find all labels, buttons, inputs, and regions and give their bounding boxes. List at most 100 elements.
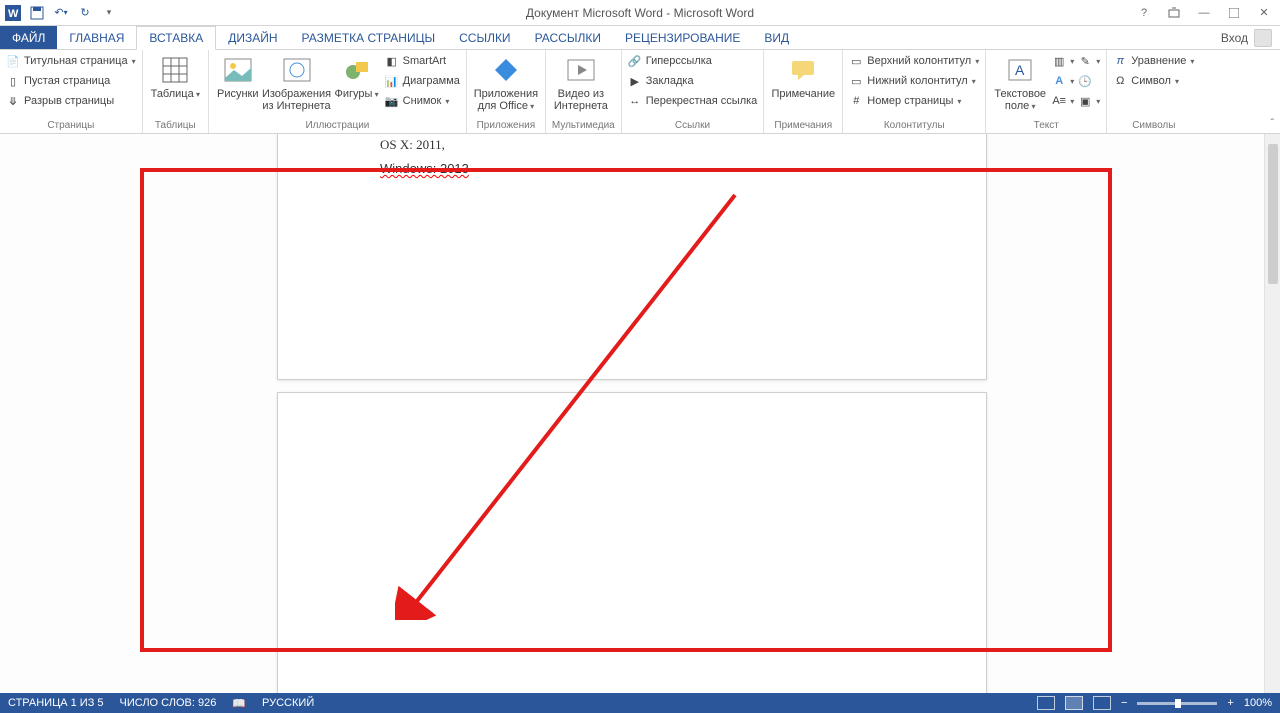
hyperlink-icon: 🔗 <box>628 54 642 68</box>
pictures-button[interactable]: Рисунки <box>215 52 261 100</box>
view-read-icon[interactable] <box>1037 696 1055 710</box>
tab-insert[interactable]: ВСТАВКА <box>136 26 216 50</box>
group-pages: 📄Титульная страница ▯Пустая страница ⤋Ра… <box>0 50 143 133</box>
user-avatar-icon[interactable] <box>1254 29 1272 47</box>
object-button[interactable]: ▣ <box>1078 92 1100 110</box>
ribbon: 📄Титульная страница ▯Пустая страница ⤋Ра… <box>0 50 1280 134</box>
pictures-icon <box>222 54 254 86</box>
tab-home[interactable]: ГЛАВНАЯ <box>57 26 136 49</box>
qat-customize-icon[interactable]: ▾ <box>100 4 118 22</box>
group-symbols-label: Символы <box>1113 118 1194 133</box>
ribbon-display-icon[interactable] <box>1164 3 1184 23</box>
group-illustrations: Рисунки Изображения из Интернета Фигуры … <box>209 50 467 133</box>
textbox-button[interactable]: A Текстовое поле <box>992 52 1048 113</box>
view-web-icon[interactable] <box>1093 696 1111 710</box>
group-media-label: Мультимедиа <box>552 118 615 133</box>
bookmark-button[interactable]: ▶Закладка <box>628 72 758 90</box>
header-icon: ▭ <box>849 54 863 68</box>
smartart-button[interactable]: ◧SmartArt <box>385 52 460 70</box>
undo-icon[interactable]: ↶▾ <box>52 4 70 22</box>
status-proofing-icon[interactable]: 📖 <box>232 697 246 710</box>
quickparts-button[interactable]: ▥ <box>1052 52 1074 70</box>
zoom-slider[interactable] <box>1137 702 1217 705</box>
comment-icon <box>787 54 819 86</box>
window-title: Документ Microsoft Word - Microsoft Word <box>526 6 754 20</box>
wordart-button[interactable]: A <box>1052 72 1074 90</box>
status-wordcount[interactable]: ЧИСЛО СЛОВ: 926 <box>120 697 217 709</box>
wordart-icon: A <box>1052 74 1066 88</box>
dropcap-button[interactable]: A≡ <box>1052 92 1074 110</box>
group-text: A Текстовое поле ▥ A A≡ ✎ 🕒 ▣ Текст <box>986 50 1107 133</box>
annotation-arrow <box>395 190 745 620</box>
signin-label[interactable]: Вход <box>1221 31 1248 45</box>
cover-page-icon: 📄 <box>6 54 20 68</box>
chart-button[interactable]: 📊Диаграмма <box>385 72 460 90</box>
footer-button[interactable]: ▭Нижний колонтитул <box>849 72 979 90</box>
object-icon: ▣ <box>1078 94 1092 108</box>
hyperlink-button[interactable]: 🔗Гиперссылка <box>628 52 758 70</box>
close-icon[interactable]: ✕ <box>1254 3 1274 23</box>
blank-page-button[interactable]: ▯Пустая страница <box>6 72 136 90</box>
view-print-icon[interactable] <box>1065 696 1083 710</box>
redo-icon[interactable]: ↻ <box>76 4 94 22</box>
equation-icon: π <box>1113 54 1127 68</box>
tab-review[interactable]: РЕЦЕНЗИРОВАНИЕ <box>613 26 752 49</box>
scrollbar-thumb[interactable] <box>1268 144 1278 284</box>
signature-button[interactable]: ✎ <box>1078 52 1100 70</box>
pagenum-button[interactable]: #Номер страницы <box>849 92 979 110</box>
group-headerfooter-label: Колонтитулы <box>849 118 979 133</box>
page-break-button[interactable]: ⤋Разрыв страницы <box>6 92 136 110</box>
zoom-in-icon[interactable]: + <box>1227 697 1233 709</box>
group-headerfooter: ▭Верхний колонтитул ▭Нижний колонтитул #… <box>843 50 986 133</box>
group-apps: Приложения для Office Приложения <box>467 50 546 133</box>
shapes-button[interactable]: Фигуры <box>333 52 381 101</box>
page-break-icon: ⤋ <box>6 94 20 108</box>
maximize-icon[interactable] <box>1224 3 1244 23</box>
tab-layout[interactable]: РАЗМЕТКА СТРАНИЦЫ <box>290 26 448 49</box>
minimize-icon[interactable]: — <box>1194 3 1214 23</box>
quick-access-toolbar: W ↶▾ ↻ ▾ <box>0 4 118 22</box>
online-pictures-icon <box>281 54 313 86</box>
online-video-button[interactable]: Видео из Интернета <box>552 52 610 112</box>
title-bar: W ↶▾ ↻ ▾ Документ Microsoft Word - Micro… <box>0 0 1280 26</box>
symbol-button[interactable]: ΩСимвол <box>1113 72 1194 90</box>
datetime-button[interactable]: 🕒 <box>1078 72 1100 90</box>
group-links-label: Ссылки <box>628 118 758 133</box>
word-app-icon: W <box>4 4 22 22</box>
status-language[interactable]: РУССКИЙ <box>262 697 314 709</box>
online-pictures-button[interactable]: Изображения из Интернета <box>265 52 329 112</box>
zoom-level[interactable]: 100% <box>1244 697 1272 709</box>
office-apps-icon <box>490 54 522 86</box>
blank-page-icon: ▯ <box>6 74 20 88</box>
cover-page-button[interactable]: 📄Титульная страница <box>6 52 136 70</box>
footer-icon: ▭ <box>849 74 863 88</box>
tab-view[interactable]: ВИД <box>752 26 801 49</box>
screenshot-button[interactable]: 📷Снимок <box>385 92 460 110</box>
status-page[interactable]: СТРАНИЦА 1 ИЗ 5 <box>8 697 104 709</box>
tab-mailings[interactable]: РАССЫЛКИ <box>523 26 613 49</box>
office-apps-button[interactable]: Приложения для Office <box>473 52 539 113</box>
comment-button[interactable]: Примечание <box>770 52 836 100</box>
zoom-out-icon[interactable]: − <box>1121 697 1127 709</box>
tab-file[interactable]: ФАЙЛ <box>0 26 57 49</box>
table-button[interactable]: Таблица <box>149 52 202 101</box>
group-comments: Примечание Примечания <box>764 50 843 133</box>
dropcap-icon: A≡ <box>1052 94 1066 108</box>
help-icon[interactable]: ? <box>1134 3 1154 23</box>
group-apps-label: Приложения <box>473 118 539 133</box>
textbox-icon: A <box>1004 54 1036 86</box>
tab-design[interactable]: ДИЗАЙН <box>216 26 289 49</box>
crossref-button[interactable]: ↔Перекрестная ссылка <box>628 92 758 110</box>
collapse-ribbon-icon[interactable]: ˆ <box>1271 118 1274 129</box>
group-links: 🔗Гиперссылка ▶Закладка ↔Перекрестная ссы… <box>622 50 765 133</box>
save-icon[interactable] <box>28 4 46 22</box>
tab-references[interactable]: ССЫЛКИ <box>447 26 522 49</box>
signature-icon: ✎ <box>1078 54 1092 68</box>
vertical-scrollbar[interactable] <box>1264 134 1280 693</box>
symbol-icon: Ω <box>1113 74 1127 88</box>
equation-button[interactable]: πУравнение <box>1113 52 1194 70</box>
group-comments-label: Примечания <box>770 118 836 133</box>
group-media: Видео из Интернета Мультимедиа <box>546 50 622 133</box>
document-area[interactable]: OS X: 2011, Windows: 2013 <box>0 134 1280 693</box>
header-button[interactable]: ▭Верхний колонтитул <box>849 52 979 70</box>
